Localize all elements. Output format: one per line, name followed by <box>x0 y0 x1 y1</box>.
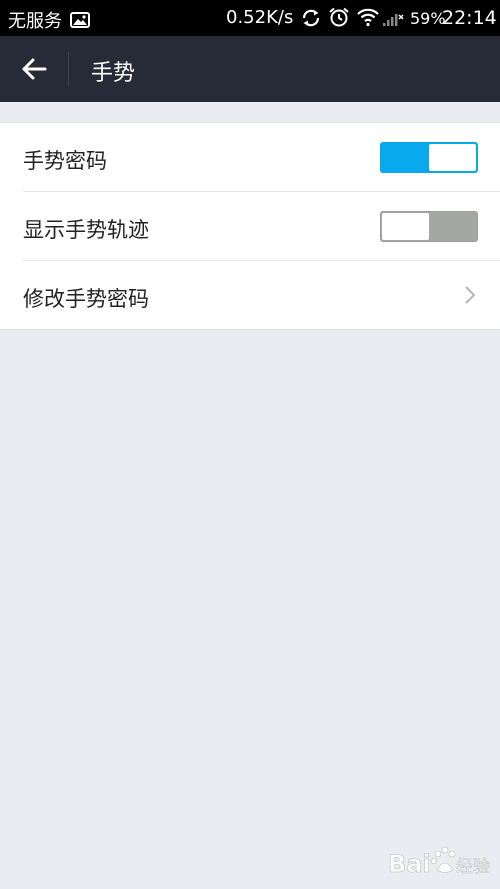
svg-text:经验: 经验 <box>456 857 490 877</box>
show-gesture-trail-label: 显示手势轨迹 <box>23 218 149 242</box>
status-time: 22:14 <box>442 7 497 29</box>
svg-text:Bai: Bai <box>388 850 431 878</box>
show-gesture-trail-toggle[interactable] <box>380 211 478 242</box>
show-gesture-trail-row[interactable]: 显示手势轨迹 <box>0 192 500 261</box>
header-divider <box>68 52 69 86</box>
arrow-left-icon <box>22 58 47 80</box>
carrier-text: 无服务 <box>8 11 62 32</box>
change-gesture-password-label: 修改手势密码 <box>23 287 149 311</box>
sync-icon <box>302 9 320 27</box>
toggle-knob <box>429 144 476 171</box>
action-bar: 手势 <box>0 36 500 102</box>
image-icon <box>70 12 90 28</box>
page-title: 手势 <box>91 61 136 86</box>
signal-icon <box>383 14 404 26</box>
gesture-password-row[interactable]: 手势密码 <box>0 123 500 192</box>
battery-percent: 59% <box>410 9 446 28</box>
network-speed: 0.52K/s <box>226 7 294 28</box>
back-button[interactable] <box>0 36 68 102</box>
baidu-watermark-logo: Bai 经验 <box>388 846 490 878</box>
wifi-icon <box>357 8 379 27</box>
gesture-password-label: 手势密码 <box>23 149 107 173</box>
status-left: 无服务 <box>8 7 90 33</box>
chevron-right-icon <box>465 286 476 304</box>
settings-list: 手势密码 显示手势轨迹 修改手势密码 <box>0 122 500 330</box>
status-bar: 无服务 0.52K/s 59% 22:14 <box>0 0 500 36</box>
change-gesture-password-row[interactable]: 修改手势密码 <box>0 261 500 330</box>
toggle-knob <box>382 213 429 240</box>
alarm-icon <box>329 7 349 27</box>
gesture-password-toggle[interactable] <box>380 142 478 173</box>
